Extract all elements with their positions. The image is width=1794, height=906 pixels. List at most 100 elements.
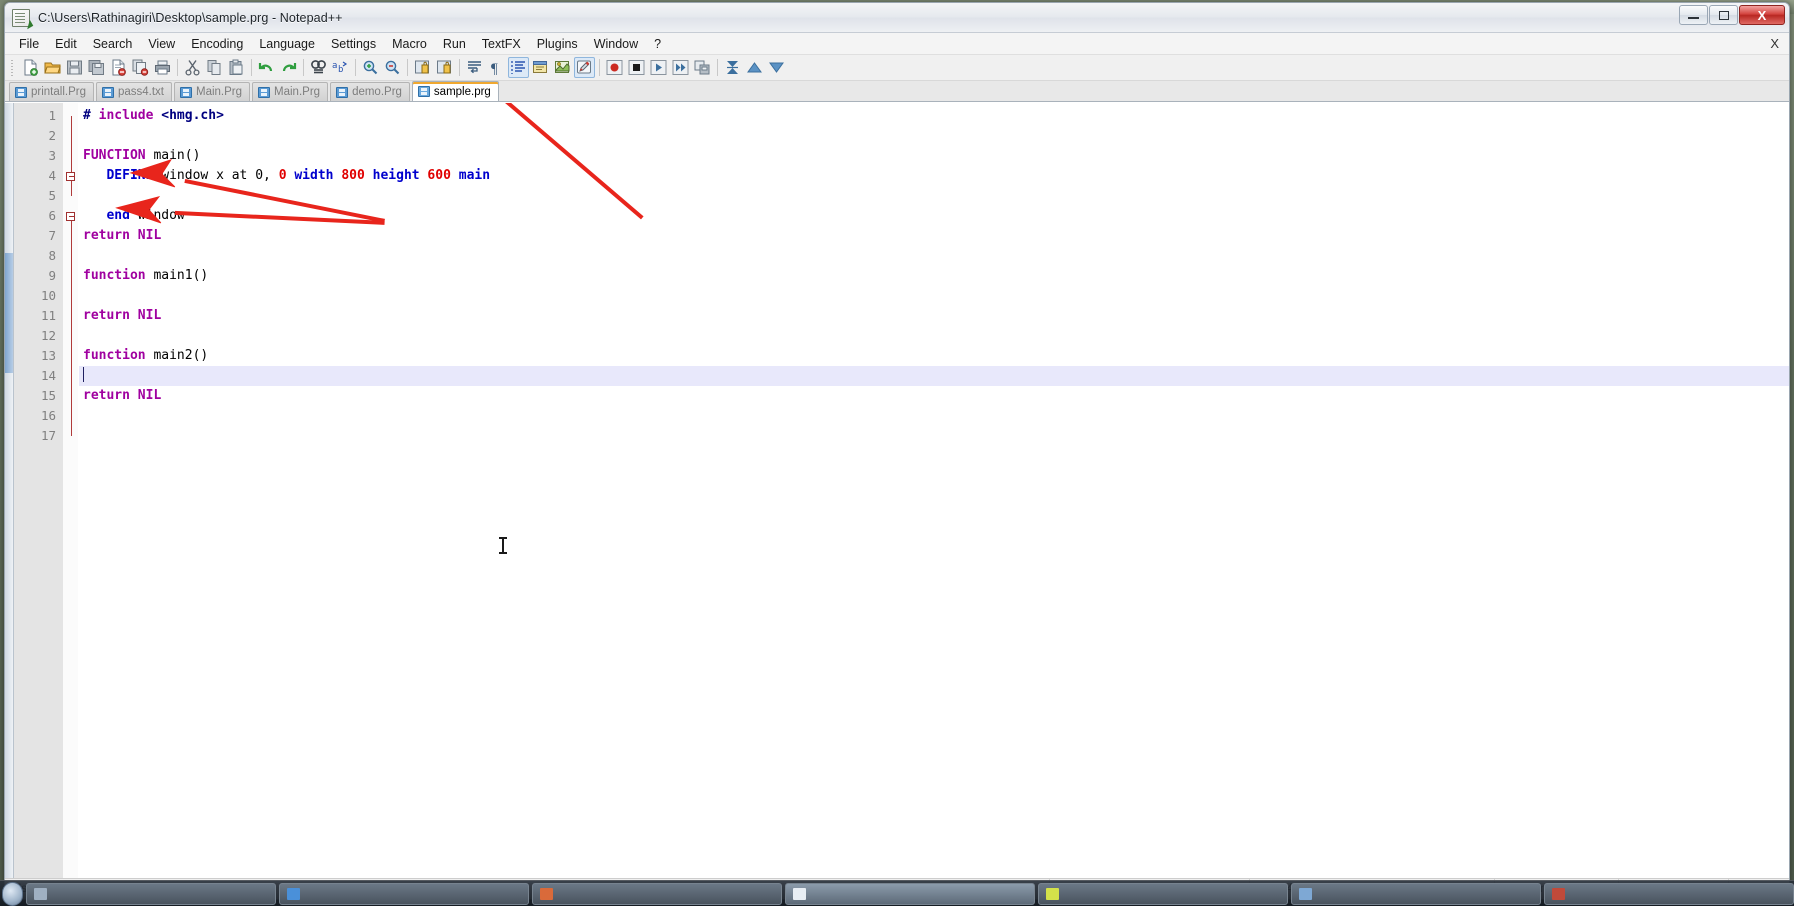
code-line[interactable]: function main2() [79,346,1789,366]
file-icon [102,87,114,98]
code-content[interactable]: # include <hmg.ch> FUNCTION main() DEFINE… [79,103,1789,878]
code-line[interactable] [79,286,1789,306]
cut-icon[interactable] [182,57,203,78]
code-token: DEFINE [106,168,153,183]
taskbar-item-notepadpp[interactable] [785,883,1035,905]
menu-item-plugins[interactable]: Plugins [529,35,586,53]
menu-item-help[interactable]: ? [646,35,669,53]
new-file-icon[interactable] [20,57,41,78]
user-defined-dialog-icon[interactable] [530,57,551,78]
code-line[interactable] [79,366,1789,386]
code-line[interactable]: return NIL [79,306,1789,326]
zoom-out-icon[interactable] [382,57,403,78]
zoom-in-icon[interactable] [360,57,381,78]
menu-item-encoding[interactable]: Encoding [183,35,251,53]
maximize-button[interactable] [1709,5,1738,25]
code-line[interactable] [79,246,1789,266]
code-line[interactable] [79,126,1789,146]
tab-demo-prg[interactable]: demo.Prg [330,82,410,101]
taskbar-item[interactable] [26,883,276,905]
scrollbar-thumb[interactable] [5,253,13,373]
window-icon [287,888,300,900]
code-line[interactable]: # include <hmg.ch> [79,106,1789,126]
toolbar-separator [303,59,304,76]
code-line[interactable]: function main1() [79,266,1789,286]
undo-icon[interactable] [256,57,277,78]
indent-guide-icon[interactable] [508,57,529,78]
line-number: 15 [14,386,63,406]
document-map-scrollbar[interactable] [5,103,14,878]
screen: C:\Users\Rathinagiri\Desktop\sample.prg … [0,0,1794,906]
close-file-icon[interactable] [108,57,129,78]
code-line[interactable] [79,426,1789,446]
taskbar-item[interactable] [532,883,782,905]
menu-item-settings[interactable]: Settings [323,35,384,53]
taskbar-item[interactable] [1291,883,1541,905]
menu-item-window[interactable]: Window [586,35,646,53]
menu-item-textfx[interactable]: TextFX [474,35,529,53]
fold-up-icon[interactable] [744,57,765,78]
play-macro-icon[interactable] [648,57,669,78]
code-token: main() [146,148,201,163]
fold-guide-line [71,116,72,196]
menu-item-language[interactable]: Language [251,35,323,53]
minimize-button[interactable] [1679,5,1708,25]
code-line[interactable]: FUNCTION main() [79,146,1789,166]
show-symbol-icon[interactable] [552,57,573,78]
sync-horizontal-scroll-icon[interactable] [434,57,455,78]
code-line[interactable]: DEFINE window x at 0, 0 width 800 height… [79,166,1789,186]
menu-item-run[interactable]: Run [435,35,474,53]
menu-item-view[interactable]: View [140,35,183,53]
close-all-icon[interactable] [130,57,151,78]
menu-item-macro[interactable]: Macro [384,35,435,53]
taskbar-item[interactable] [279,883,529,905]
tab-pass4-txt[interactable]: pass4.txt [96,82,172,101]
show-all-characters-icon[interactable]: ¶ [486,57,507,78]
macro-record-highlight-icon[interactable] [574,57,595,78]
stop-macro-icon[interactable] [626,57,647,78]
close-button[interactable]: X [1739,5,1785,25]
word-wrap-icon[interactable] [464,57,485,78]
toolbar-grip[interactable] [9,58,16,78]
unfold-down-icon[interactable] [766,57,787,78]
taskbar-item[interactable] [1038,883,1288,905]
tab-main-prg-1[interactable]: Main.Prg [174,82,250,101]
code-line[interactable]: end window [79,206,1789,226]
window-icon [1552,888,1565,900]
menu-item-search[interactable]: Search [85,35,141,53]
start-button[interactable] [2,882,23,906]
collapse-all-icon[interactable] [722,57,743,78]
taskbar-item[interactable] [1544,883,1794,905]
open-file-icon[interactable] [42,57,63,78]
save-macro-icon[interactable] [692,57,713,78]
notepadpp-window: C:\Users\Rathinagiri\Desktop\sample.prg … [4,2,1790,900]
save-all-icon[interactable] [86,57,107,78]
file-icon [15,87,27,98]
tab-main-prg-2[interactable]: Main.Prg [252,82,328,101]
code-token: 600 [420,168,451,183]
save-icon[interactable] [64,57,85,78]
sync-vertical-scroll-icon[interactable] [412,57,433,78]
close-document-button[interactable]: X [1770,36,1779,51]
paste-icon[interactable] [226,57,247,78]
print-icon[interactable] [152,57,173,78]
menu-item-file[interactable]: File [11,35,47,53]
tab-printall-prg[interactable]: printall.Prg [9,82,94,101]
tab-sample-prg[interactable]: sample.prg [412,81,499,101]
record-macro-icon[interactable] [604,57,625,78]
replace-icon[interactable]: a b [330,57,351,78]
code-line[interactable] [79,326,1789,346]
redo-icon[interactable] [278,57,299,78]
toolbar: a b [5,55,1789,81]
window-icon [34,888,47,900]
run-macro-multiple-icon[interactable] [670,57,691,78]
code-line[interactable] [79,406,1789,426]
code-token: NIL [130,388,161,403]
menu-item-edit[interactable]: Edit [47,35,85,53]
copy-icon[interactable] [204,57,225,78]
code-line[interactable] [79,186,1789,206]
code-line[interactable]: return NIL [79,386,1789,406]
toolbar-separator [407,59,408,76]
code-line[interactable]: return NIL [79,226,1789,246]
find-icon[interactable] [308,57,329,78]
